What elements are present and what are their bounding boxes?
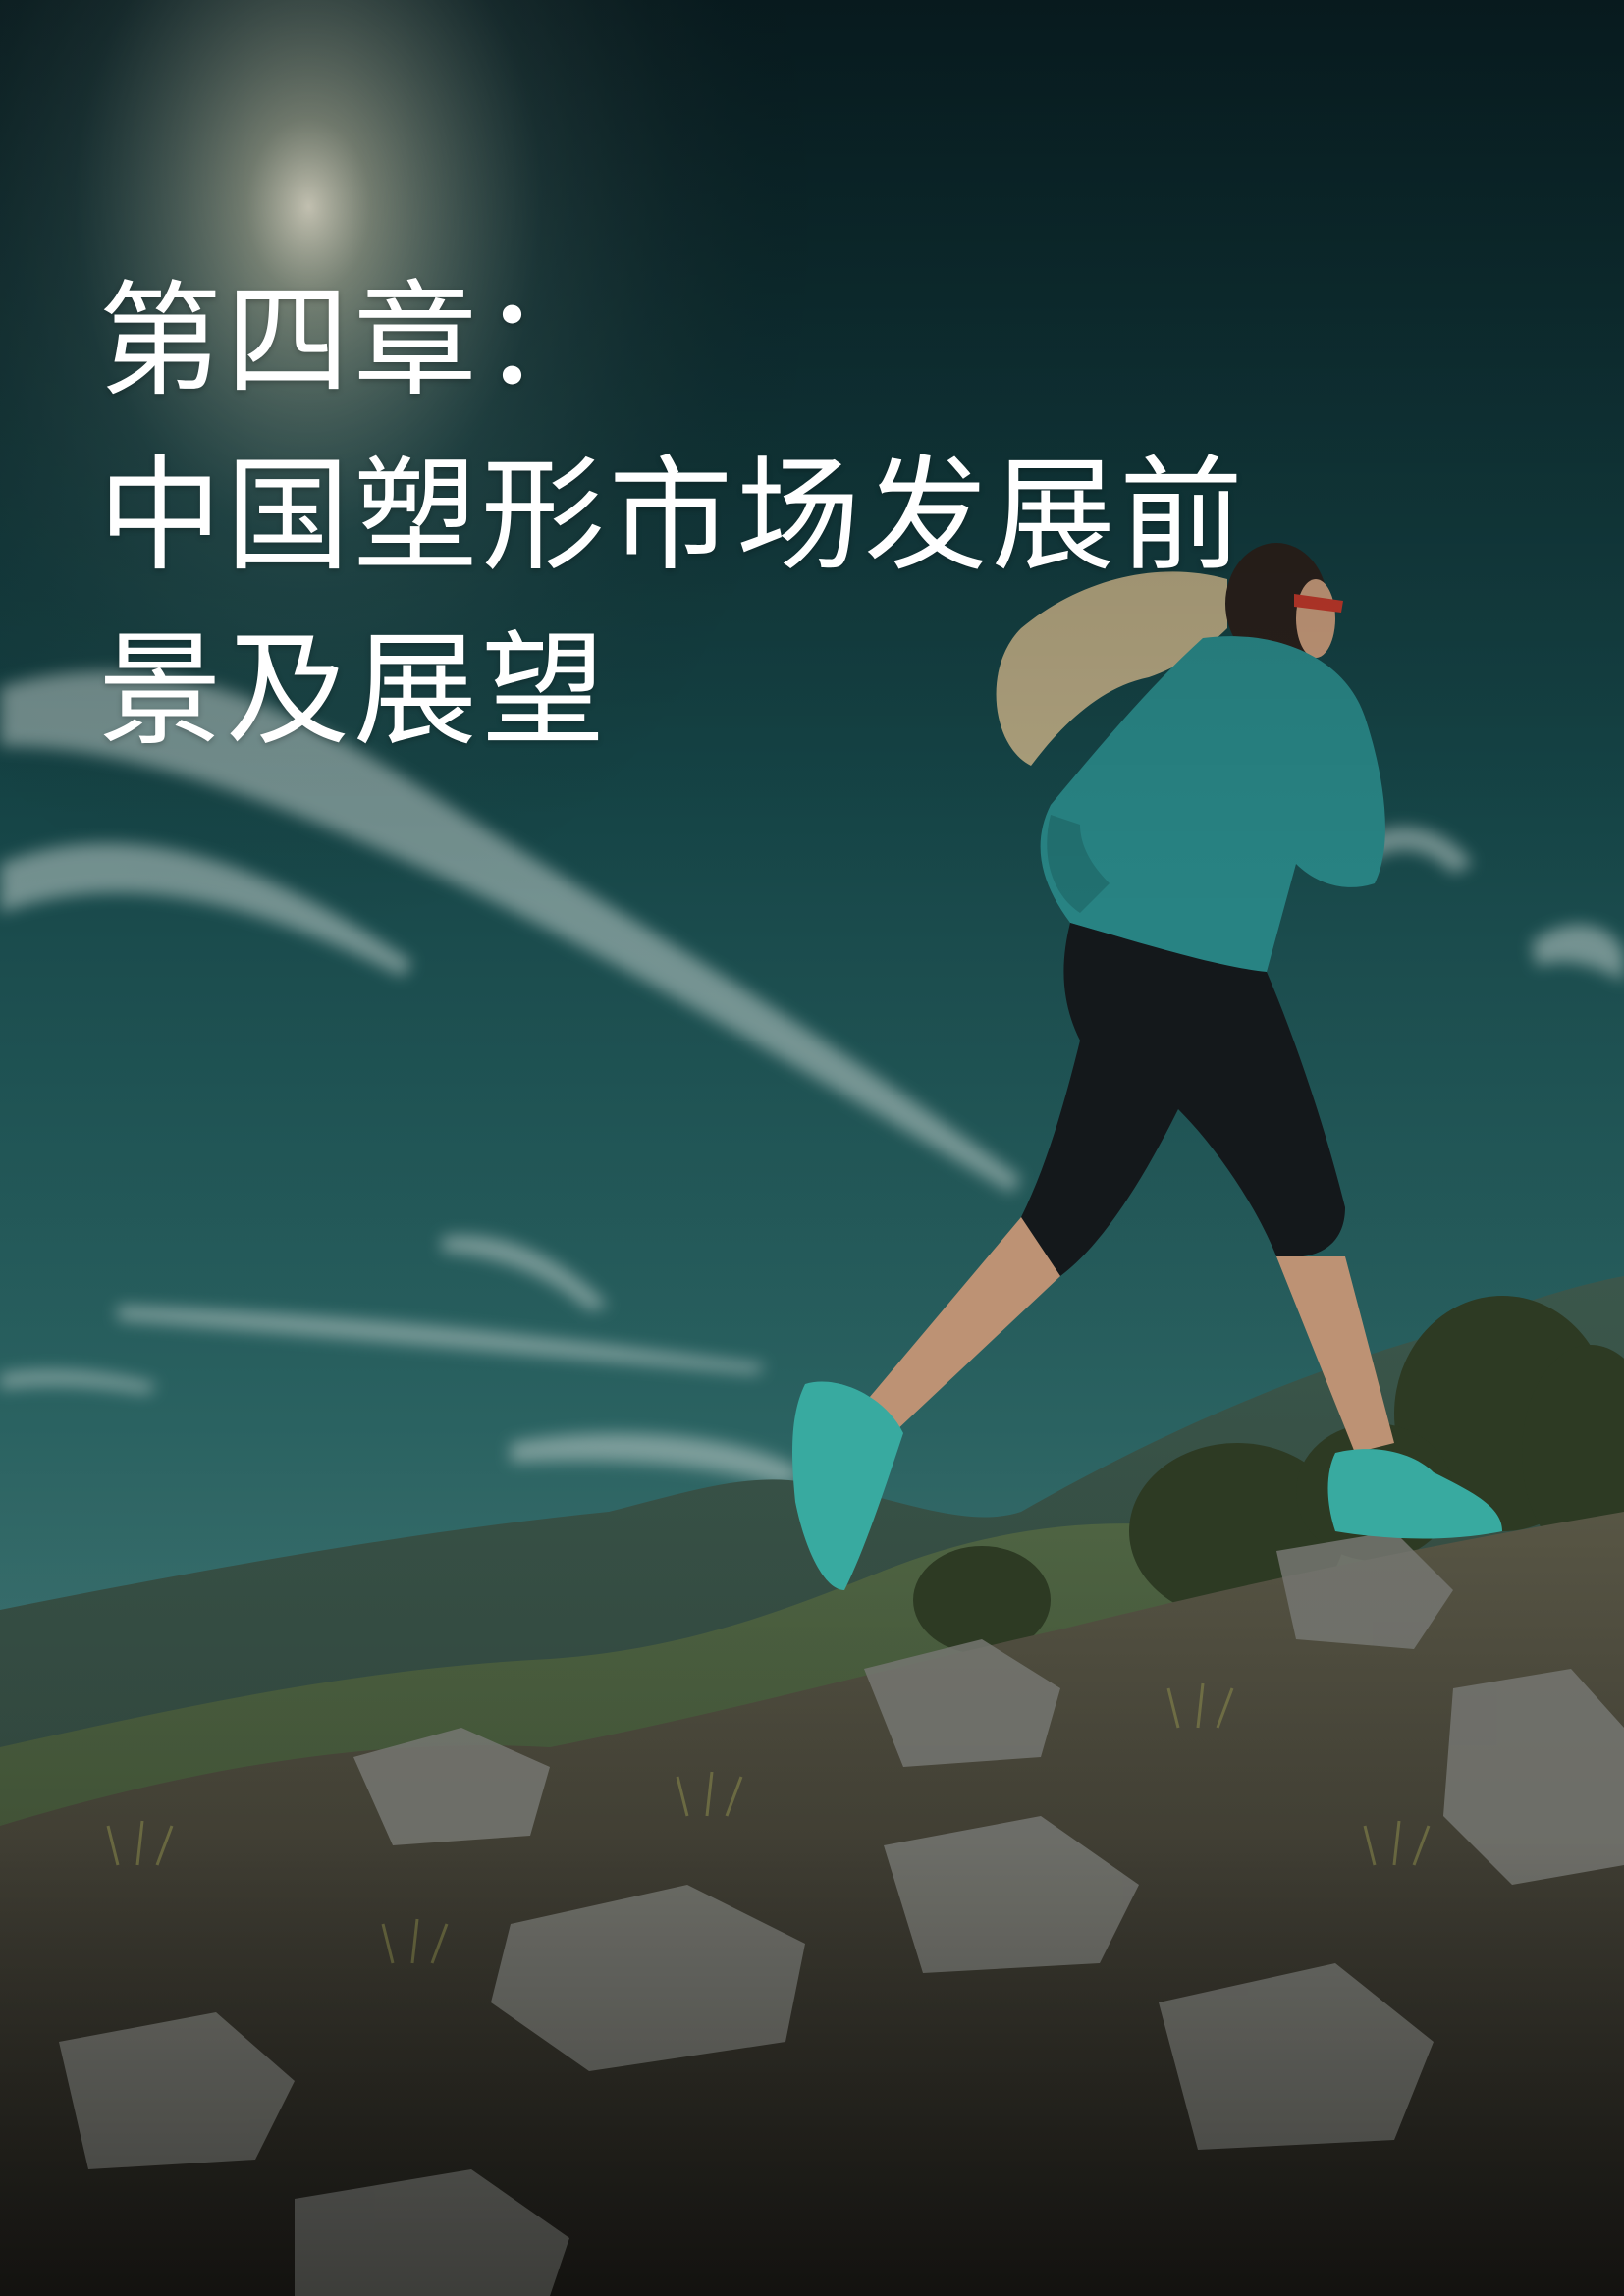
chapter-title-line-2: 中国塑形市场发展前 [98, 444, 1247, 589]
chapter-title-line-1: 第四章： [98, 269, 609, 414]
chapter-cover-page: 第四章： 中国塑形市场发展前 景及展望 [0, 0, 1624, 2296]
chapter-title-line-3: 景及展望 [98, 618, 609, 764]
chapter-title: 第四章： 中国塑形市场发展前 景及展望 [98, 254, 1473, 778]
